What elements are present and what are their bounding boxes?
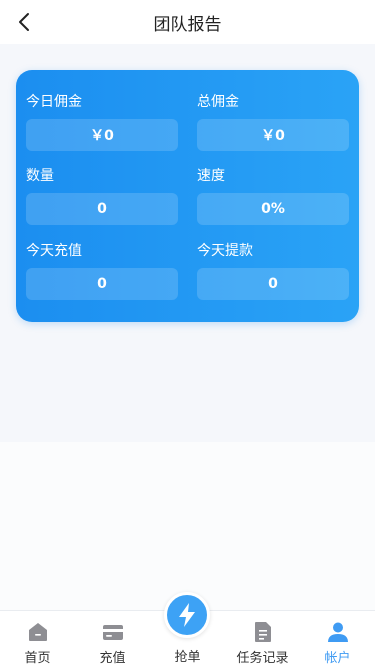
stat-value: 0 xyxy=(26,268,178,300)
stat-value: ￥0 xyxy=(26,119,178,151)
stat-label: 今天充值 xyxy=(26,243,82,259)
back-button[interactable] xyxy=(10,8,38,36)
tab-label: 充值 xyxy=(99,651,126,666)
stat-value: 0% xyxy=(197,193,349,225)
tab-grab-order-label[interactable]: 抢单 xyxy=(150,646,225,665)
chevron-left-icon xyxy=(19,13,29,31)
tab-label: 任务记录 xyxy=(236,651,289,666)
stat-total-commission: 总佣金 ￥0 xyxy=(197,92,349,151)
stat-value: ￥0 xyxy=(197,119,349,151)
stat-value: 0 xyxy=(26,193,178,225)
home-icon xyxy=(27,621,49,643)
stat-today-recharge: 今天充值 0 xyxy=(26,241,178,300)
tab-label: 首页 xyxy=(24,651,51,666)
tab-task-records[interactable]: 任务记录 xyxy=(225,611,300,667)
header-bar: 团队报告 xyxy=(0,0,375,44)
stat-label: 速度 xyxy=(197,168,225,184)
stat-label: 今天提款 xyxy=(197,243,253,259)
tab-recharge[interactable]: 充值 xyxy=(75,611,150,667)
stat-speed: 速度 0% xyxy=(197,166,349,225)
stat-today-withdraw: 今天提款 0 xyxy=(197,241,349,300)
tab-label: 帐户 xyxy=(324,651,351,666)
team-report-card: 今日佣金 ￥0 总佣金 ￥0 数量 0 速度 0% 今天充值 0 今天提款 0 xyxy=(16,70,359,322)
stat-label: 今日佣金 xyxy=(26,94,82,110)
grab-order-button[interactable] xyxy=(164,592,210,638)
stat-today-commission: 今日佣金 ￥0 xyxy=(26,92,178,151)
stat-value: 0 xyxy=(197,268,349,300)
user-icon xyxy=(327,621,349,643)
lower-area xyxy=(0,442,375,612)
tab-account[interactable]: 帐户 xyxy=(300,611,375,667)
page-title: 团队报告 xyxy=(153,14,222,35)
lightning-icon xyxy=(179,603,195,627)
stat-label: 总佣金 xyxy=(197,94,239,110)
document-icon xyxy=(252,621,274,643)
stat-label: 数量 xyxy=(26,168,54,184)
stat-quantity: 数量 0 xyxy=(26,166,178,225)
card-icon xyxy=(102,621,124,643)
tab-home[interactable]: 首页 xyxy=(0,611,75,667)
